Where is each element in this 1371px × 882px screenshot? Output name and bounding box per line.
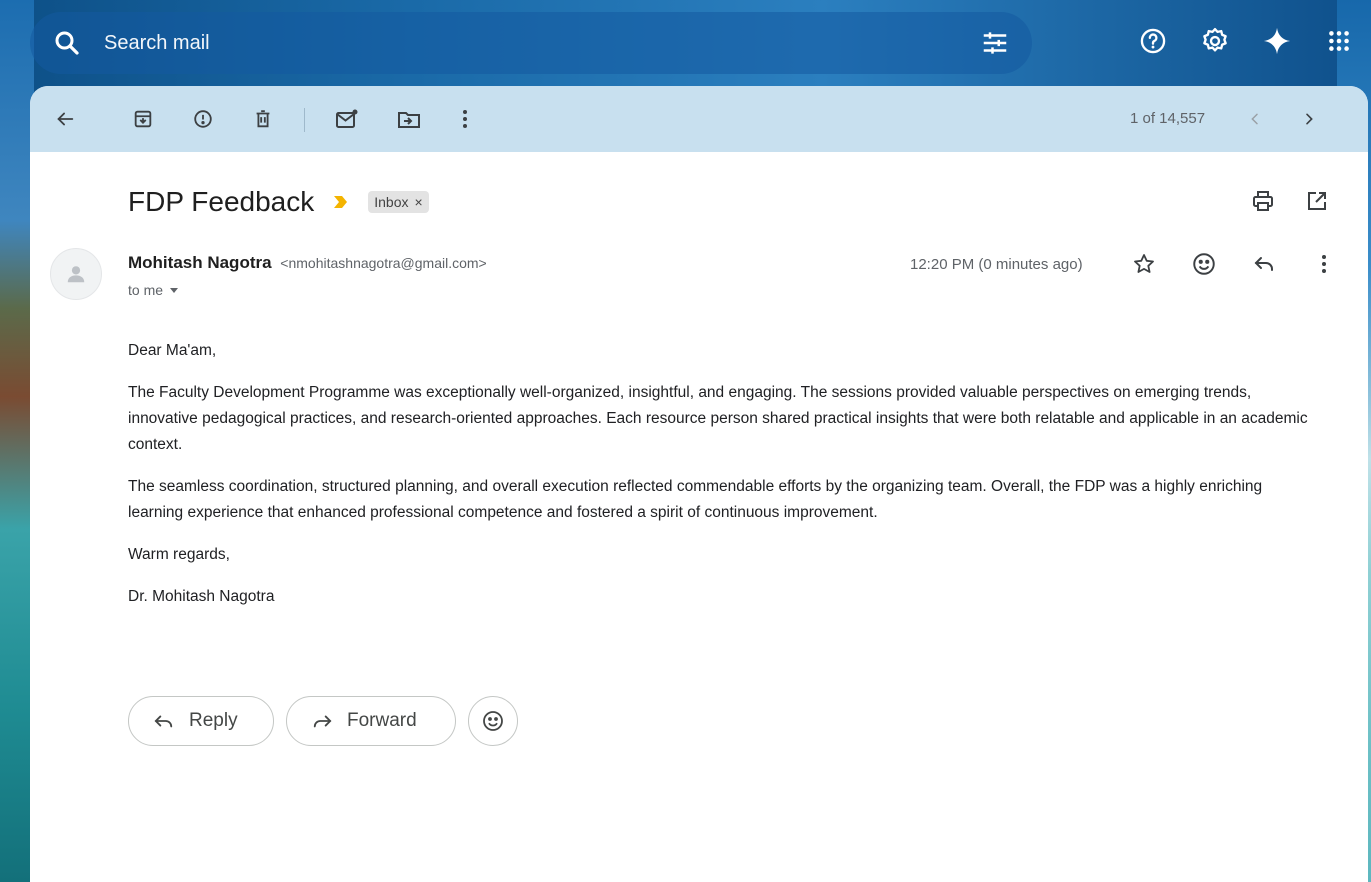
importance-marker-icon[interactable] <box>332 193 350 211</box>
label-chip-inbox[interactable]: Inbox × <box>368 191 429 213</box>
report-spam-icon[interactable] <box>188 104 218 134</box>
help-icon[interactable] <box>1136 24 1170 58</box>
email-body: Dear Ma'am, The Faculty Development Prog… <box>128 338 1318 626</box>
archive-icon[interactable] <box>128 104 158 134</box>
reply-actions-row: Reply Forward <box>128 696 518 746</box>
forward-button[interactable]: Forward <box>286 696 456 746</box>
top-bar <box>0 0 1371 86</box>
move-to-folder-icon[interactable] <box>394 104 424 134</box>
subject-row: FDP Feedback Inbox × <box>128 184 429 220</box>
forward-icon <box>313 715 332 728</box>
toolbar-divider <box>304 108 305 132</box>
pagination-count: 1 of 14,557 <box>1130 110 1206 127</box>
settings-gear-icon[interactable] <box>1198 24 1232 58</box>
search-icon[interactable] <box>52 28 82 58</box>
print-icon[interactable] <box>1248 186 1278 216</box>
star-icon[interactable] <box>1126 246 1162 282</box>
emoji-icon <box>483 711 503 731</box>
message-card: 1 of 14,557 FDP Feedback Inbox × Mohitas… <box>30 86 1368 882</box>
body-signature: Dr. Mohitash Nagotra <box>128 588 275 605</box>
sender-email: <nmohitashnagotra@gmail.com> <box>280 255 487 271</box>
more-options-icon[interactable] <box>450 104 480 134</box>
email-subject: FDP Feedback <box>128 186 315 217</box>
body-paragraph: The Faculty Development Programme was ex… <box>128 384 1308 453</box>
message-actions <box>1126 246 1342 282</box>
message-toolbar: 1 of 14,557 <box>30 86 1368 152</box>
message-time: 12:20 PM (0 minutes ago) <box>910 256 1083 273</box>
delete-trash-icon[interactable] <box>248 104 278 134</box>
search-input[interactable] <box>104 28 964 58</box>
recipient-text: to me <box>128 282 164 298</box>
older-chevron-right-icon[interactable] <box>1294 104 1324 134</box>
subject-actions <box>1248 186 1332 216</box>
background-left <box>0 0 34 882</box>
body-paragraph: The seamless coordination, structured pl… <box>128 478 1263 521</box>
top-actions <box>1136 24 1356 58</box>
gemini-sparkle-icon[interactable] <box>1260 24 1294 58</box>
apps-grid-icon[interactable] <box>1322 24 1356 58</box>
back-arrow-icon[interactable] <box>50 104 80 134</box>
sender-line: Mohitash Nagotra <nmohitashnagotra@gmail… <box>128 253 487 273</box>
mark-unread-icon[interactable] <box>332 104 362 134</box>
reply-button[interactable]: Reply <box>128 696 274 746</box>
sender-avatar[interactable] <box>50 248 102 300</box>
label-chip-text: Inbox <box>374 194 409 210</box>
remove-label-icon[interactable]: × <box>415 194 423 210</box>
search-bar[interactable] <box>30 12 1032 74</box>
emoji-react-button[interactable] <box>468 696 518 746</box>
sender-name[interactable]: Mohitash Nagotra <box>128 253 272 272</box>
show-details-dropdown-icon[interactable] <box>169 285 179 295</box>
body-closing: Warm regards, <box>128 546 230 563</box>
body-greeting: Dear Ma'am, <box>128 342 217 359</box>
reply-button-label: Reply <box>189 710 238 731</box>
message-more-options-icon[interactable] <box>1306 246 1342 282</box>
forward-button-label: Forward <box>347 710 417 731</box>
reply-icon <box>154 715 173 728</box>
recipient-line[interactable]: to me <box>128 282 179 298</box>
reply-arrow-icon[interactable] <box>1246 246 1282 282</box>
newer-chevron-left-icon[interactable] <box>1240 104 1270 134</box>
open-new-window-icon[interactable] <box>1302 186 1332 216</box>
emoji-reaction-icon[interactable] <box>1186 246 1222 282</box>
search-options-icon[interactable] <box>980 28 1010 58</box>
